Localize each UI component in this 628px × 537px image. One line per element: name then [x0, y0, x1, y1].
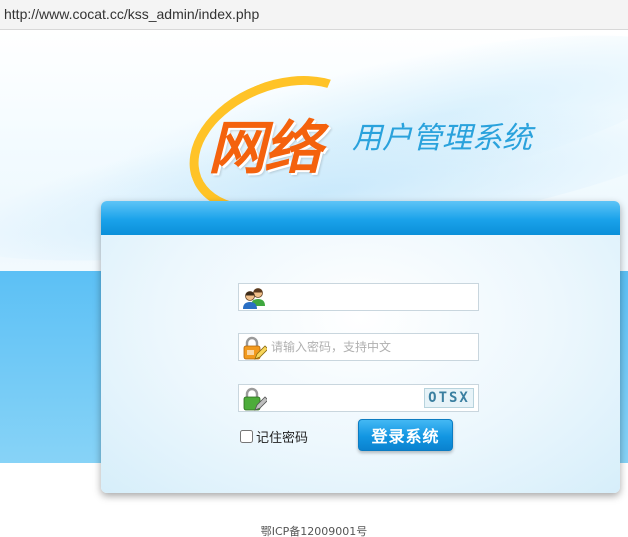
captcha-field[interactable]: OTSX [238, 384, 479, 412]
username-field[interactable] [238, 283, 479, 311]
address-bar[interactable]: http://www.cocat.cc/kss_admin/index.php [0, 0, 628, 30]
remember-checkbox[interactable] [240, 430, 253, 443]
password-input[interactable] [271, 334, 471, 360]
logo-title: 网络 [208, 114, 322, 182]
username-input[interactable] [271, 284, 471, 310]
login-panel: OTSX 记住密码 登录系统 [101, 201, 620, 493]
remember-password[interactable]: 记住密码 [240, 427, 308, 446]
users-icon [241, 285, 267, 311]
captcha-image[interactable]: OTSX [424, 388, 474, 408]
login-button[interactable]: 登录系统 [358, 419, 453, 451]
login-page: 网络 用户管理系统 OTSX 记住密码 登录系统 鄂ICP备12009001号 [0, 31, 628, 537]
icp-footer: 鄂ICP备12009001号 [260, 525, 368, 537]
login-panel-header [101, 201, 620, 235]
remember-label: 记住密码 [256, 431, 309, 446]
captcha-input[interactable] [271, 385, 421, 411]
logo-subtitle: 用户管理系统 [352, 121, 532, 156]
lock-edit-icon [241, 335, 269, 361]
lock-check-icon [241, 386, 269, 412]
url-text[interactable]: http://www.cocat.cc/kss_admin/index.php [4, 6, 259, 22]
password-field[interactable] [238, 333, 479, 361]
